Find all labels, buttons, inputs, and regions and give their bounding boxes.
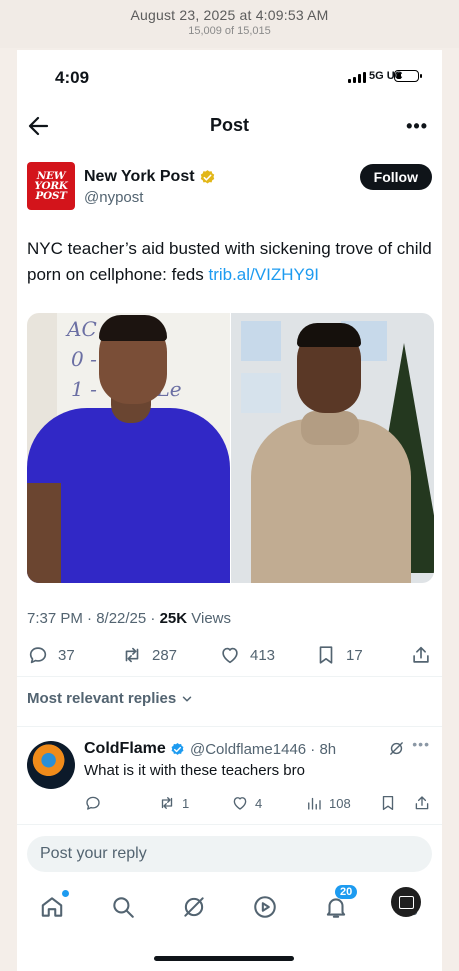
tab-video[interactable] xyxy=(252,894,280,922)
phone-screen: 4:09 5G UC Post ••• NEW YORK POST New York… xyxy=(17,50,442,971)
media-photo-2[interactable] xyxy=(231,313,434,583)
bookmark-icon xyxy=(319,646,333,664)
share-button[interactable] xyxy=(410,644,432,666)
reply-views-count: 108 xyxy=(329,795,351,811)
signal-icon xyxy=(348,72,366,83)
grok-icon xyxy=(184,897,204,917)
tab-grok[interactable] xyxy=(181,894,209,922)
status-time: 4:09 xyxy=(55,68,90,87)
post-link[interactable]: trib.al/VIZHY9I xyxy=(208,265,319,284)
reply-name-row[interactable]: ColdFlame xyxy=(84,740,185,758)
verified-badge-icon xyxy=(171,742,184,755)
share-icon xyxy=(415,796,429,810)
reply-count: 37 xyxy=(58,646,75,664)
verified-badge-icon xyxy=(200,169,214,184)
notifications-badge: 20 xyxy=(335,885,358,899)
author-handle[interactable]: @nypost xyxy=(84,189,143,206)
comment-icon xyxy=(86,796,100,810)
archive-header: August 23, 2025 at 4:09:53 AM 15,009 of … xyxy=(0,0,459,48)
play-icon xyxy=(254,896,276,918)
reply-handle-time: @Coldflame1446 · 8h xyxy=(190,741,337,758)
reply-views-button[interactable]: 108 xyxy=(305,794,351,812)
post-author: NEW YORK POST New York Post @nypost Follow xyxy=(27,162,432,214)
post-meta: 7:37 PM · 8/22/25 · 25K Views xyxy=(27,610,231,627)
bottom-tab-bar: 20 xyxy=(17,885,442,928)
author-name: New York Post xyxy=(84,168,195,185)
top-bar: Post ••• xyxy=(17,102,442,148)
reply-bookmark-button[interactable] xyxy=(379,794,397,812)
reply-avatar[interactable] xyxy=(27,741,75,789)
bookmark-button[interactable]: 17 xyxy=(315,644,363,666)
views-count: 25K xyxy=(159,610,188,627)
post-text: NYC teacher’s aid busted with sickening … xyxy=(27,236,432,288)
reply-more-button[interactable]: ••• xyxy=(412,736,430,752)
reply-item[interactable]: ColdFlame @Coldflame1446 · 8h ••• What i… xyxy=(17,728,442,824)
reply-button[interactable]: 37 xyxy=(27,644,75,666)
bookmark-icon xyxy=(382,795,394,811)
divider xyxy=(17,824,442,825)
home-indicator xyxy=(154,956,294,961)
repost-icon xyxy=(125,647,139,663)
replies-sort-button[interactable]: Most relevant replies xyxy=(27,690,194,707)
hair xyxy=(99,315,167,341)
tab-home[interactable] xyxy=(39,890,69,922)
replies-sort-label: Most relevant replies xyxy=(27,690,177,707)
share-icon xyxy=(413,646,429,663)
reply-like-count: 4 xyxy=(255,795,263,811)
nypost-logo: NEW YORK POST xyxy=(34,170,68,202)
reply-reply-button[interactable] xyxy=(84,794,102,812)
post-actions: 37 287 413 17 xyxy=(27,644,432,670)
search-icon xyxy=(113,897,134,918)
repost-icon xyxy=(161,797,173,809)
repost-count: 287 xyxy=(152,646,178,664)
archive-count: 15,009 of 15,015 xyxy=(188,25,271,37)
like-button[interactable]: 413 xyxy=(219,644,275,666)
author-name-row[interactable]: New York Post xyxy=(84,168,216,186)
like-count: 413 xyxy=(250,646,276,664)
archive-date: August 23, 2025 at 4:09:53 AM xyxy=(130,7,329,23)
analytics-icon xyxy=(308,797,321,810)
heart-icon xyxy=(222,647,238,664)
author-avatar[interactable]: NEW YORK POST xyxy=(27,162,75,210)
follow-button[interactable]: Follow xyxy=(359,164,432,190)
reply-compose-input[interactable]: Post your reply xyxy=(27,836,432,872)
post-time: 7:37 PM · 8/22/25 · xyxy=(27,610,160,627)
arm xyxy=(27,483,61,583)
tab-notifications[interactable]: 20 xyxy=(323,885,358,922)
divider xyxy=(17,726,442,727)
reply-repost-count: 1 xyxy=(182,795,190,811)
page-title: Post xyxy=(209,115,249,135)
battery-icon xyxy=(394,70,422,82)
chevron-down-icon xyxy=(182,695,192,702)
unread-dot xyxy=(62,890,69,897)
bookmark-count: 17 xyxy=(346,646,363,664)
sweater-collar xyxy=(301,411,359,445)
comment-icon xyxy=(29,647,47,664)
reply-repost-button[interactable]: 1 xyxy=(158,794,189,812)
repost-button[interactable]: 287 xyxy=(121,644,177,666)
grok-icon[interactable] xyxy=(388,740,405,757)
post-media[interactable]: AC ~ ~ 0 - Brea 1 - ~ To Le xyxy=(27,313,434,583)
more-options-button[interactable]: ••• xyxy=(406,116,428,137)
reply-share-button[interactable] xyxy=(413,794,431,812)
heart-icon xyxy=(233,797,247,810)
status-bar: 4:09 5G UC xyxy=(17,50,442,102)
reply-text: What is it with these teachers bro xyxy=(84,762,305,779)
media-photo-1[interactable]: AC ~ ~ 0 - Brea 1 - ~ To Le xyxy=(27,313,230,583)
reply-author-name: ColdFlame xyxy=(84,740,166,757)
divider xyxy=(17,676,442,677)
views-label: Views xyxy=(187,610,232,627)
tab-search[interactable] xyxy=(110,894,138,922)
reply-like-button[interactable]: 4 xyxy=(231,794,262,812)
home-icon xyxy=(41,897,63,917)
screen-capture-button[interactable] xyxy=(391,887,421,917)
hair xyxy=(297,323,361,347)
